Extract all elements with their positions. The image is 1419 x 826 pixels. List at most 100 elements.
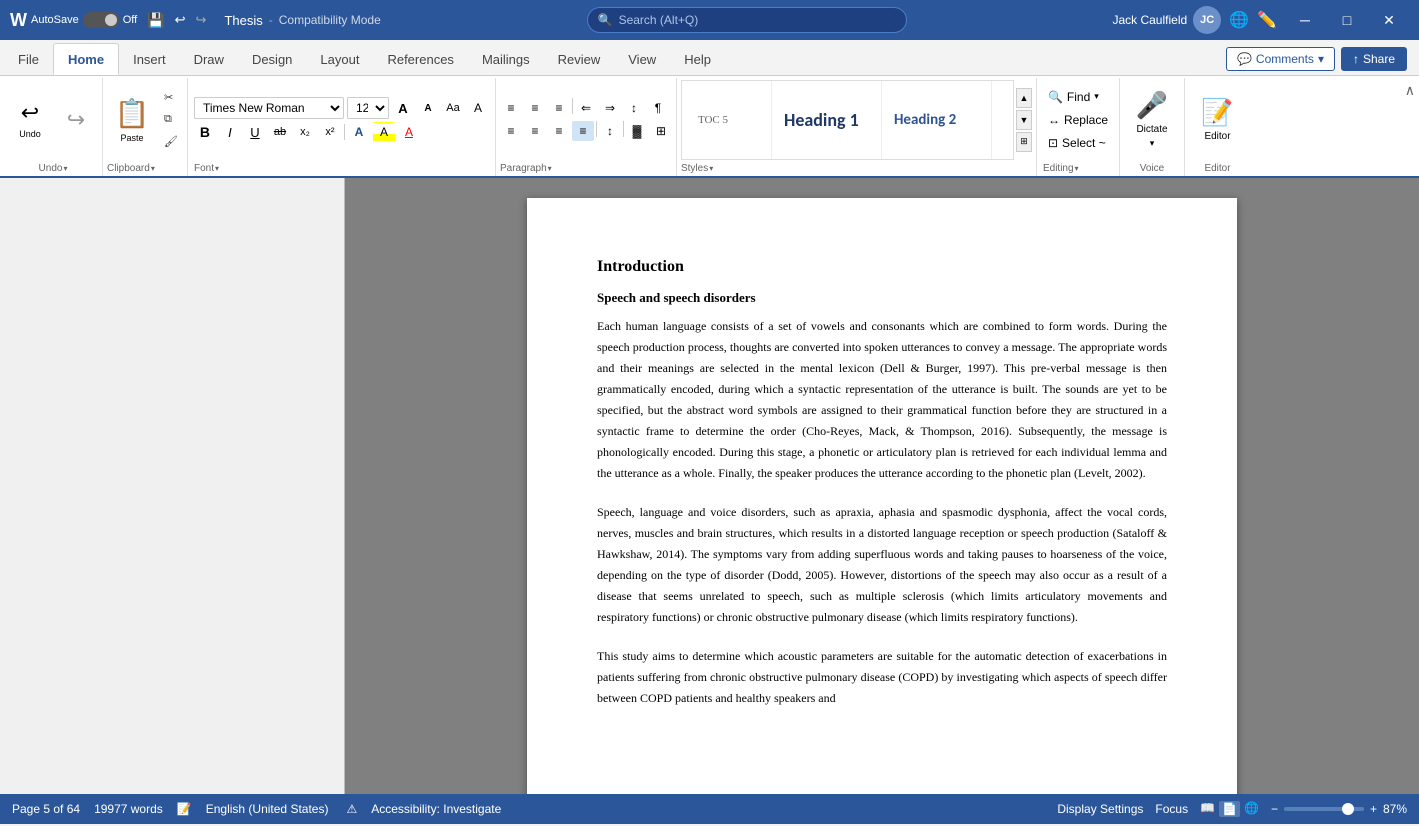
editor-content: 📝 Editor [1196, 78, 1240, 161]
bold-button[interactable]: B [194, 122, 216, 142]
cut-icon: ✂ [164, 91, 173, 104]
restore-button[interactable]: □ [1327, 4, 1367, 36]
font-color-button[interactable]: A [398, 122, 420, 142]
dictate-button[interactable]: 🎤 Dictate ▾ [1130, 88, 1174, 152]
zoom-in-button[interactable]: + [1370, 802, 1377, 816]
style-toc5[interactable]: TOC 5 [682, 81, 772, 159]
strikethrough-button[interactable]: ab [269, 122, 291, 142]
comments-button[interactable]: 💬 Comments ▾ [1226, 47, 1335, 71]
zoom-level[interactable]: 87% [1383, 802, 1407, 816]
align-center-button[interactable]: ≡ [524, 121, 546, 141]
clipboard-expand-icon: ▾ [151, 164, 155, 173]
window-controls: ─ □ ✕ [1285, 4, 1409, 36]
tab-draw[interactable]: Draw [180, 43, 238, 75]
change-case-button[interactable]: Aa [442, 98, 464, 118]
increase-font-button[interactable]: A [392, 98, 414, 118]
tab-mailings[interactable]: Mailings [468, 43, 544, 75]
editor-button[interactable]: 📝 Editor [1196, 88, 1240, 152]
font-size-selector[interactable]: 12 [347, 97, 389, 119]
sort-button[interactable]: ↕ [623, 98, 645, 118]
tab-home[interactable]: Home [53, 43, 119, 75]
find-button[interactable]: 🔍 Find ▾ [1043, 87, 1113, 107]
zoom-out-button[interactable]: − [1271, 802, 1278, 816]
redo-title-icon[interactable]: ↪ [196, 12, 207, 28]
tab-layout[interactable]: Layout [306, 43, 373, 75]
align-right-button[interactable]: ≡ [548, 121, 570, 141]
font-name-selector[interactable]: Times New Roman [194, 97, 344, 119]
select-button[interactable]: ⊡ Select ~ [1043, 133, 1113, 153]
search-box[interactable]: 🔍 Search (Alt+Q) [587, 7, 907, 33]
text-effects-button[interactable]: A [348, 122, 370, 142]
decrease-indent-button[interactable]: ⇐ [575, 98, 597, 118]
styles-expand[interactable]: ⊞ [1016, 132, 1032, 152]
multilevel-button[interactable]: ≡ [548, 98, 570, 118]
select-icon: ⊡ [1048, 136, 1058, 150]
align-left-button[interactable]: ≡ [500, 121, 522, 141]
increase-indent-button[interactable]: ⇒ [599, 98, 621, 118]
close-button[interactable]: ✕ [1369, 4, 1409, 36]
autosave-toggle[interactable]: W AutoSave Off [10, 10, 137, 31]
copy-button[interactable]: ⧉ [159, 110, 183, 130]
font-row1: Times New Roman 12 A A Aa A [194, 97, 489, 119]
display-settings-button[interactable]: Display Settings [1057, 802, 1143, 816]
redo-button[interactable]: ↪ [54, 88, 98, 152]
globe-icon[interactable]: 🌐 [1229, 10, 1249, 30]
highlight-button[interactable]: A [373, 122, 395, 142]
collapse-ribbon[interactable]: ∧ [1405, 78, 1415, 176]
font-row2: B I U ab x₂ x² A A A [194, 122, 489, 142]
minimize-button[interactable]: ─ [1285, 4, 1325, 36]
superscript-button[interactable]: x² [319, 122, 341, 142]
language[interactable]: English (United States) [206, 802, 329, 816]
focus-button[interactable]: Focus [1155, 802, 1188, 816]
line-spacing-button[interactable]: ↕ [599, 121, 621, 141]
word-count[interactable]: 19977 words [94, 802, 163, 816]
paste-button[interactable]: 📋 Paste [107, 88, 157, 152]
style-heading1[interactable]: Heading 1 [772, 81, 882, 159]
search-icon: 🔍 [598, 13, 613, 27]
pen-icon[interactable]: ✏️ [1257, 10, 1277, 30]
borders-button[interactable]: ⊞ [650, 121, 672, 141]
decrease-font-button[interactable]: A [417, 98, 439, 118]
web-layout-button[interactable]: 🌐 [1244, 801, 1259, 817]
para-sep1 [572, 98, 573, 114]
title-bar-center: 🔍 Search (Alt+Q) [389, 7, 1105, 33]
word-icon: W [10, 10, 27, 31]
tab-review[interactable]: Review [544, 43, 615, 75]
doc-scroll-area[interactable]: Introduction Speech and speech disorders… [345, 178, 1419, 794]
zoom-slider[interactable] [1284, 807, 1364, 811]
subscript-button[interactable]: x₂ [294, 122, 316, 142]
show-para-button[interactable]: ¶ [647, 98, 669, 118]
style-heading2[interactable]: Heading 2 [882, 81, 992, 159]
para-row2: ≡ ≡ ≡ ≡ ↕ ▓ ⊞ [500, 121, 672, 141]
styles-scroll-up[interactable]: ▲ [1016, 88, 1032, 108]
tab-references[interactable]: References [373, 43, 467, 75]
read-mode-button[interactable]: 📖 [1200, 801, 1215, 817]
page-info[interactable]: Page 5 of 64 [12, 802, 80, 816]
format-painter-button[interactable]: 🖌 [159, 132, 183, 152]
justify-button[interactable]: ≡ [572, 121, 594, 141]
tab-view[interactable]: View [614, 43, 670, 75]
status-bar: Page 5 of 64 19977 words 📝 English (Unit… [0, 794, 1419, 824]
shading-button[interactable]: ▓ [626, 121, 648, 141]
share-button[interactable]: ↑ Share [1341, 47, 1407, 71]
microphone-icon: 🎤 [1136, 90, 1168, 121]
tab-file[interactable]: File [4, 43, 53, 75]
print-layout-button[interactable]: 📄 [1219, 801, 1240, 817]
numbering-button[interactable]: ≡ [524, 98, 546, 118]
clear-format-button[interactable]: A [467, 98, 489, 118]
autosave-switch[interactable] [83, 12, 119, 28]
doc-title-area: Thesis - Compatibility Mode [224, 13, 380, 28]
styles-scroll-down[interactable]: ▼ [1016, 110, 1032, 130]
underline-button[interactable]: U [244, 122, 266, 142]
undo-button[interactable]: ↩ Undo [8, 88, 52, 152]
bullets-button[interactable]: ≡ [500, 98, 522, 118]
tab-design[interactable]: Design [238, 43, 306, 75]
replace-button[interactable]: ↔ Replace [1043, 110, 1113, 130]
cut-button[interactable]: ✂ [159, 88, 183, 108]
accessibility-label[interactable]: Accessibility: Investigate [371, 802, 501, 816]
italic-button[interactable]: I [219, 122, 241, 142]
save-icon[interactable]: 💾 [147, 12, 164, 29]
tab-insert[interactable]: Insert [119, 43, 180, 75]
tab-help[interactable]: Help [670, 43, 725, 75]
undo-title-icon[interactable]: ↩ [175, 12, 186, 28]
